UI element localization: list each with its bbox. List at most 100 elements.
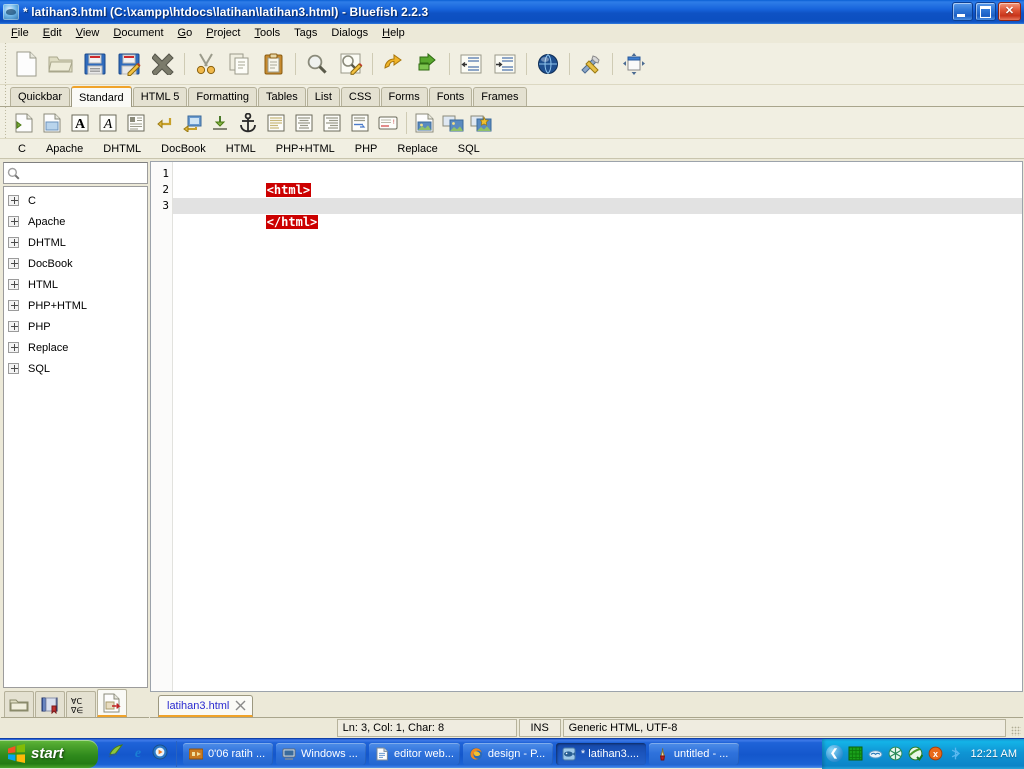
thumbnail-button[interactable] — [439, 107, 467, 138]
snippet-search-box[interactable] — [3, 162, 148, 184]
non-breaking-space-button[interactable] — [206, 107, 234, 138]
open-file-button[interactable] — [44, 43, 78, 84]
body-button[interactable] — [38, 107, 66, 138]
tree-item-apache[interactable]: Apache — [4, 211, 147, 232]
tab-fonts[interactable]: Fonts — [428, 87, 473, 106]
alert-circle-icon[interactable]: x — [928, 746, 943, 761]
close-button[interactable]: ✕ — [998, 2, 1021, 21]
find-button[interactable] — [300, 43, 334, 84]
bold-button[interactable]: A — [66, 107, 94, 138]
menu-help[interactable]: Help — [375, 25, 412, 42]
align-left-button[interactable] — [262, 107, 290, 138]
code-line-current[interactable]: </html> — [173, 198, 1022, 229]
restore-button[interactable] — [975, 2, 996, 21]
menu-file[interactable]: File — [4, 25, 36, 42]
tree-item-php[interactable]: PHP — [4, 316, 147, 337]
expander-icon[interactable] — [8, 216, 19, 227]
minimize-button[interactable] — [952, 2, 973, 21]
chevron-left-icon[interactable]: ❮ — [825, 745, 843, 762]
expander-icon[interactable] — [8, 195, 19, 206]
task-button-winamp[interactable]: 0'06 ratih ... — [183, 742, 273, 765]
document-tab-latihan3[interactable]: latihan3.html — [158, 695, 254, 717]
tab-html5[interactable]: HTML 5 — [132, 87, 188, 106]
snippet-cat-dhtml[interactable]: DHTML — [93, 143, 151, 155]
comment-button[interactable]: ! — [374, 107, 402, 138]
tree-item-sql[interactable]: SQL — [4, 358, 147, 379]
indent-button[interactable] — [488, 43, 522, 84]
redo-button[interactable] — [411, 43, 445, 84]
snippet-tree[interactable]: C Apache DHTML DocBook HTML PHP+HTML PHP… — [3, 186, 148, 688]
break-clear-button[interactable] — [178, 107, 206, 138]
italic-button[interactable]: A — [94, 107, 122, 138]
snippet-cat-html[interactable]: HTML — [216, 143, 266, 155]
expander-icon[interactable] — [8, 363, 19, 374]
snippet-cat-c[interactable]: C — [8, 143, 36, 155]
title-bar[interactable]: * latihan3.html (C:\xampp\htdocs\latihan… — [0, 0, 1024, 24]
menu-document[interactable]: Document — [106, 25, 170, 42]
tree-item-replace[interactable]: Replace — [4, 337, 147, 358]
network-grid-icon[interactable] — [848, 746, 863, 761]
undo-button[interactable] — [377, 43, 411, 84]
insert-mode-status[interactable]: INS — [518, 719, 561, 737]
save-as-button[interactable] — [112, 43, 146, 84]
menu-project[interactable]: Project — [199, 25, 247, 42]
expander-icon[interactable] — [8, 300, 19, 311]
task-button-paint[interactable]: untitled - ... — [648, 742, 739, 765]
save-file-button[interactable] — [78, 43, 112, 84]
media-player-icon[interactable] — [152, 744, 168, 763]
horizontal-rule-button[interactable] — [346, 107, 374, 138]
antivirus-shield-icon[interactable] — [908, 746, 923, 761]
file-browser-tab[interactable] — [4, 691, 34, 717]
encoding-status[interactable]: Generic HTML, UTF-8 — [562, 719, 1007, 737]
tab-css[interactable]: CSS — [340, 87, 380, 106]
task-button-bluefish[interactable]: * latihan3.... — [555, 742, 646, 765]
menu-tags[interactable]: Tags — [287, 25, 324, 42]
quickstart-button[interactable] — [10, 107, 38, 138]
expander-icon[interactable] — [8, 237, 19, 248]
close-icon[interactable] — [234, 700, 246, 712]
toolbar-drag-handle[interactable] — [0, 107, 10, 138]
bookmarks-tab[interactable] — [35, 691, 65, 717]
multi-thumbnail-button[interactable] — [467, 107, 495, 138]
tree-item-docbook[interactable]: DocBook — [4, 253, 147, 274]
snippet-cat-docbook[interactable]: DocBook — [151, 143, 216, 155]
snippets-tab[interactable] — [97, 689, 127, 717]
toolbar-drag-handle[interactable] — [0, 43, 10, 84]
tree-item-c[interactable]: C — [4, 190, 147, 211]
tree-item-dhtml[interactable]: DHTML — [4, 232, 147, 253]
paragraph-button[interactable] — [122, 107, 150, 138]
menu-dialogs[interactable]: Dialogs — [324, 25, 375, 42]
expander-icon[interactable] — [8, 321, 19, 332]
start-button[interactable]: start — [0, 739, 98, 768]
tab-list[interactable]: List — [306, 87, 340, 106]
menu-edit[interactable]: Edit — [36, 25, 69, 42]
resize-grip[interactable] — [1008, 719, 1022, 737]
anchor-button[interactable] — [234, 107, 262, 138]
task-button-editor-web[interactable]: editor web... — [369, 742, 460, 765]
snippet-cat-apache[interactable]: Apache — [36, 143, 93, 155]
tree-item-html[interactable]: HTML — [4, 274, 147, 295]
find-replace-button[interactable] — [334, 43, 368, 84]
insert-image-button[interactable] — [411, 107, 439, 138]
snippet-cat-sql[interactable]: SQL — [448, 143, 490, 155]
expander-icon[interactable] — [8, 342, 19, 353]
char-map-tab[interactable]: ∀C ∇∈ — [66, 691, 96, 717]
tab-quickbar[interactable]: Quickbar — [10, 87, 71, 106]
tab-tables[interactable]: Tables — [257, 87, 306, 106]
snippet-cat-replace[interactable]: Replace — [387, 143, 447, 155]
new-file-button[interactable] — [10, 43, 44, 84]
search-input[interactable] — [23, 166, 144, 180]
snippet-cat-php[interactable]: PHP — [345, 143, 388, 155]
break-button[interactable] — [150, 107, 178, 138]
menu-go[interactable]: Go — [171, 25, 200, 42]
expander-icon[interactable] — [8, 279, 19, 290]
task-button-windows-explorer[interactable]: Windows ... — [276, 742, 366, 765]
tab-formatting[interactable]: Formatting — [188, 87, 257, 106]
copy-button[interactable] — [223, 43, 257, 84]
cloud-icon[interactable] — [868, 746, 883, 761]
cut-button[interactable] — [189, 43, 223, 84]
menu-view[interactable]: View — [69, 25, 107, 42]
bluetooth-icon[interactable] — [948, 746, 963, 761]
preferences-button[interactable] — [574, 43, 608, 84]
tab-forms[interactable]: Forms — [380, 87, 428, 106]
